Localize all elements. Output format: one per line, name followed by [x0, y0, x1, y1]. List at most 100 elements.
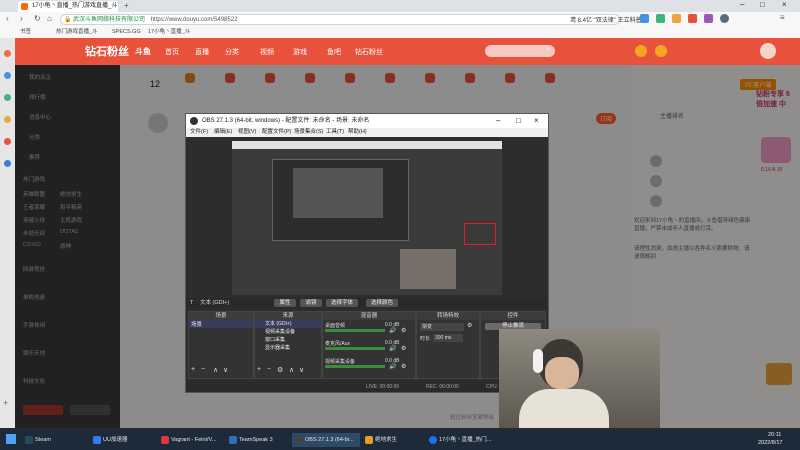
- channel-volume-slider[interactable]: [325, 329, 385, 332]
- obs-menu-item[interactable]: 文件(F): [190, 128, 208, 137]
- sidebar-app-icon[interactable]: [4, 116, 11, 123]
- nav-item[interactable]: 视频: [260, 47, 274, 57]
- download-icon[interactable]: [640, 14, 649, 23]
- taskbar-item-obs[interactable]: OBS 27.1.3 (64-bi...: [292, 433, 360, 447]
- properties-button[interactable]: 属性: [274, 299, 296, 307]
- menu-icon[interactable]: ≡: [780, 13, 785, 22]
- duration-input[interactable]: 300 ms: [433, 334, 463, 342]
- system-tray[interactable]: [700, 435, 740, 443]
- scene-remove-icon[interactable]: −: [201, 366, 205, 373]
- source-remove-icon[interactable]: −: [267, 366, 271, 373]
- obs-menu-item[interactable]: 配置文件(P): [262, 128, 291, 137]
- refresh-icon[interactable]: ↻: [34, 14, 41, 23]
- scene-down-icon[interactable]: ∨: [223, 366, 228, 374]
- select-font-button[interactable]: 选择字体: [326, 299, 358, 307]
- source-down-icon[interactable]: ∨: [299, 366, 304, 374]
- bookmark-item[interactable]: 17小龟丶直播_斗: [148, 27, 190, 38]
- obs-maximize-icon[interactable]: □: [516, 114, 521, 128]
- history-icon[interactable]: [635, 45, 647, 57]
- screenshot-icon[interactable]: [672, 14, 681, 23]
- source-item[interactable]: 文本 (GDI+): [255, 320, 321, 328]
- obs-menu-item[interactable]: 工具(T): [326, 128, 344, 137]
- download-app-icon[interactable]: [655, 45, 667, 57]
- obs-menu-item[interactable]: 编辑(E): [214, 128, 232, 137]
- url-field[interactable]: 🔒 武汉斗鱼网络科技有限公司 https://www.douyu.com/549…: [60, 14, 620, 25]
- obs-menu-item[interactable]: 帮助(H): [348, 128, 367, 137]
- scene-item[interactable]: 场景: [189, 320, 253, 328]
- taskbar-item-music[interactable]: Vagrant - Feint/V...: [158, 433, 224, 447]
- channel-mute-icon[interactable]: 🔊: [389, 327, 396, 334]
- channel-settings-icon[interactable]: ⚙: [401, 363, 406, 370]
- search-icon[interactable]: ⌕: [546, 46, 550, 54]
- nav-item[interactable]: 钻石粉丝: [355, 47, 383, 57]
- channel-volume-slider[interactable]: [325, 365, 385, 368]
- obs-menu-item[interactable]: 场景集合(S): [294, 128, 323, 137]
- douyu-logo[interactable]: 斗鱼: [135, 46, 151, 57]
- forward-icon[interactable]: ›: [20, 14, 23, 23]
- translate-icon[interactable]: [656, 14, 665, 23]
- bookmark-item[interactable]: 书签: [20, 27, 31, 38]
- taskbar-item-steam[interactable]: Steam: [22, 433, 88, 447]
- source-item[interactable]: 窗口采集: [255, 336, 321, 344]
- sidebar-add-icon[interactable]: +: [3, 398, 8, 408]
- home-icon[interactable]: ⌂: [47, 14, 52, 23]
- sidebar-app-icon[interactable]: [4, 138, 11, 145]
- source-up-icon[interactable]: ∧: [289, 366, 294, 374]
- taskbar-item-pubg[interactable]: 绝地求生: [362, 433, 422, 447]
- obs-menu-item[interactable]: 视图(V): [238, 128, 256, 137]
- obs-preview-canvas[interactable]: [232, 141, 502, 295]
- clock-time[interactable]: 20:11: [768, 432, 781, 438]
- taskbar-item-uu[interactable]: UU加速器: [90, 433, 156, 447]
- channel-mute-icon[interactable]: 🔊: [389, 363, 396, 370]
- nav-item[interactable]: 鱼吧: [327, 47, 341, 57]
- scene-up-icon[interactable]: ∧: [213, 366, 218, 374]
- user-avatar[interactable]: [760, 43, 776, 59]
- minimize-icon[interactable]: –: [740, 0, 744, 9]
- scene-add-icon[interactable]: +: [191, 366, 195, 373]
- source-item[interactable]: 视频采集设备: [255, 328, 321, 336]
- transition-settings-icon[interactable]: ⚙: [467, 322, 472, 329]
- source-add-icon[interactable]: +: [257, 366, 261, 373]
- sidebar-app-icon[interactable]: [4, 94, 11, 101]
- windows-start-icon[interactable]: [6, 434, 16, 444]
- extension-icon[interactable]: [704, 14, 713, 23]
- filters-button[interactable]: 滤镜: [300, 299, 322, 307]
- back-icon[interactable]: ‹: [6, 14, 9, 23]
- transitions-dock-title: 转场特效: [417, 312, 479, 320]
- select-color-button[interactable]: 选择颜色: [366, 299, 398, 307]
- channel-settings-icon[interactable]: ⚙: [401, 327, 406, 334]
- new-tab-icon[interactable]: +: [124, 1, 129, 10]
- nav-item[interactable]: 直播: [195, 47, 209, 57]
- activity-banner[interactable]: 钻石粉丝: [85, 43, 129, 59]
- bookmark-item[interactable]: 热门游戏直播_斗: [56, 27, 98, 38]
- pubg-icon: [365, 436, 373, 444]
- nav-item[interactable]: 游戏: [293, 47, 307, 57]
- nav-item[interactable]: 首页: [165, 47, 179, 57]
- source-item[interactable]: 显示器采集: [255, 344, 321, 352]
- obs-minimize-icon[interactable]: –: [496, 114, 500, 128]
- profile-avatar[interactable]: [720, 14, 729, 23]
- close-icon[interactable]: ×: [782, 0, 787, 9]
- sidebar-app-icon[interactable]: [4, 50, 11, 57]
- taskbar-item-teamspeak[interactable]: TeamSpeak 3: [226, 433, 292, 447]
- channel-volume-slider[interactable]: [325, 347, 385, 350]
- bookmark-item[interactable]: SPECS.GG: [112, 27, 141, 38]
- browser-tab[interactable]: 17小龟丶直播_热门游戏直播_斗鱼直: [18, 1, 118, 20]
- taskbar-item-browser[interactable]: 17小龟丶直播_热门...: [426, 433, 496, 447]
- nav-item[interactable]: 分类: [225, 47, 239, 57]
- maximize-icon[interactable]: □: [760, 0, 765, 9]
- browser-notice[interactable]: 鸢 8.4亿 "双法律" 王立科普: [570, 15, 642, 24]
- channel-mute-icon[interactable]: 🔊: [389, 345, 396, 352]
- text-source-selection[interactable]: [464, 223, 496, 245]
- obs-titlebar: OBS 27.1.3 (64-bit, windows) - 配置文件: 未命名…: [186, 114, 548, 128]
- sidebar-app-icon[interactable]: [4, 160, 11, 167]
- source-settings-icon[interactable]: ⚙: [277, 366, 283, 374]
- douyu-search-input[interactable]: ⌕: [485, 45, 555, 57]
- clock-date[interactable]: 2022/8/17: [758, 440, 782, 446]
- douyu-extension-icon[interactable]: [688, 14, 697, 23]
- channel-settings-icon[interactable]: ⚙: [401, 345, 406, 352]
- obs-logo-icon: [190, 117, 198, 125]
- transition-type-select[interactable]: 渐变: [420, 323, 464, 331]
- obs-close-icon[interactable]: ×: [534, 114, 539, 128]
- sidebar-app-icon[interactable]: [4, 72, 11, 79]
